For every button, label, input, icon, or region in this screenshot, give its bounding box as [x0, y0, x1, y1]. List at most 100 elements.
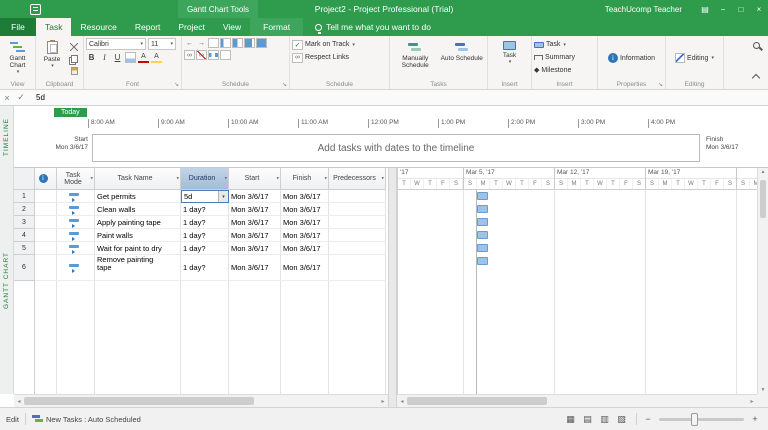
table-horizontal-scrollbar[interactable]: ◂ ▸ — [14, 394, 388, 407]
timeline-strip[interactable]: TIMELINE — [0, 106, 14, 168]
task-name-cell[interactable]: Get permits — [95, 190, 181, 203]
search-icon[interactable] — [753, 42, 760, 49]
highlight-color-button[interactable]: A — [151, 52, 162, 63]
column-header-finish[interactable]: Finish▾ — [281, 168, 329, 190]
auto-schedule-button[interactable]: Auto Schedule — [439, 38, 486, 78]
column-header-task-name[interactable]: Task Name▾ — [95, 168, 181, 190]
task-bar[interactable] — [477, 218, 488, 226]
row-number[interactable]: 3 — [14, 216, 35, 229]
predecessors-cell[interactable] — [329, 216, 386, 229]
manually-schedule-button[interactable]: Manually Schedule — [392, 38, 439, 78]
select-all-corner[interactable] — [14, 168, 35, 190]
format-painter-button[interactable] — [68, 65, 80, 76]
percent-0-button[interactable] — [208, 38, 219, 48]
paste-button[interactable]: Paste ▾ — [38, 38, 66, 78]
scroll-up-icon[interactable]: ▲ — [758, 169, 768, 175]
chart-scroll-thumb[interactable] — [407, 397, 547, 405]
predecessors-cell[interactable] — [329, 242, 386, 255]
indent-task-button[interactable]: → — [196, 38, 207, 48]
task-mode-cell[interactable] — [57, 255, 95, 281]
split-task-button[interactable] — [208, 50, 219, 60]
mark-on-track-button[interactable]: ✓ Mark on Track ▾ — [292, 38, 387, 51]
minimize-icon[interactable]: − — [714, 0, 732, 18]
tab-project[interactable]: Project — [169, 18, 213, 36]
tab-task[interactable]: Task — [36, 18, 71, 36]
accept-entry-icon[interactable]: ✓ — [14, 92, 28, 103]
predecessors-cell[interactable] — [329, 190, 386, 203]
info-cell[interactable] — [35, 229, 57, 242]
scroll-right-icon[interactable]: ▸ — [378, 398, 388, 405]
scroll-right-icon[interactable]: ▸ — [747, 398, 757, 405]
duration-cell[interactable]: 1 day? — [181, 203, 229, 216]
task-bar[interactable] — [477, 231, 488, 239]
finish-cell[interactable]: Mon 3/6/17 — [281, 216, 329, 229]
tab-view[interactable]: View — [214, 18, 250, 36]
tab-format[interactable]: Format — [250, 18, 303, 36]
finish-cell[interactable]: Mon 3/6/17 — [281, 190, 329, 203]
italic-button[interactable]: I — [99, 52, 110, 63]
percent-50-button[interactable] — [232, 38, 243, 48]
task-name-cell[interactable]: Clean walls — [95, 203, 181, 216]
inactivate-button[interactable] — [220, 50, 231, 60]
task-usage-view-shortcut-icon[interactable]: ▤ — [580, 412, 595, 427]
font-color-button[interactable]: A — [138, 52, 149, 63]
signed-in-user[interactable]: TeachUcomp Teacher — [605, 0, 682, 18]
team-planner-view-shortcut-icon[interactable]: ▥ — [597, 412, 612, 427]
scroll-down-icon[interactable]: ▼ — [758, 387, 768, 393]
column-header-start[interactable]: Start▾ — [229, 168, 281, 190]
gantt-chart-strip[interactable]: GANTT CHART — [0, 168, 14, 394]
gantt-chart-button[interactable]: Gantt Chart ▾ — [2, 38, 33, 78]
ribbon-display-options-icon[interactable]: ▤ — [696, 0, 714, 18]
info-column-header[interactable]: i — [35, 168, 57, 190]
finish-cell[interactable]: Mon 3/6/17 — [281, 242, 329, 255]
task-name-cell[interactable]: Paint walls — [95, 229, 181, 242]
duration-dropdown-button[interactable]: ▾ — [218, 191, 228, 202]
font-name-select[interactable]: Calibri▾ — [86, 38, 146, 50]
insert-task-small-button[interactable]: Task ▾ — [534, 38, 595, 51]
new-tasks-status[interactable]: New Tasks : Auto Scheduled — [46, 415, 141, 424]
unlink-tasks-button[interactable]: ∞ — [196, 50, 207, 60]
scroll-left-icon[interactable]: ◂ — [397, 398, 407, 405]
task-bar[interactable] — [477, 192, 488, 200]
duration-cell[interactable]: 1 day? — [181, 229, 229, 242]
task-mode-cell[interactable] — [57, 203, 95, 216]
percent-25-button[interactable] — [220, 38, 231, 48]
font-size-select[interactable]: 11▾ — [148, 38, 176, 50]
duration-cell[interactable]: 5d▾ — [181, 190, 229, 203]
pane-splitter[interactable] — [388, 168, 397, 407]
task-name-cell[interactable]: Remove painting tape — [95, 255, 181, 281]
start-cell[interactable]: Mon 3/6/17 — [229, 242, 281, 255]
start-cell[interactable]: Mon 3/6/17 — [229, 229, 281, 242]
start-cell[interactable]: Mon 3/6/17 — [229, 190, 281, 203]
outdent-task-button[interactable]: ← — [184, 38, 195, 48]
start-cell[interactable]: Mon 3/6/17 — [229, 216, 281, 229]
insert-summary-button[interactable]: Summary — [534, 51, 595, 64]
finish-cell[interactable]: Mon 3/6/17 — [281, 203, 329, 216]
cancel-entry-icon[interactable]: × — [0, 93, 14, 103]
background-color-button[interactable] — [125, 52, 136, 63]
task-name-cell[interactable]: Wait for paint to dry — [95, 242, 181, 255]
task-mode-cell[interactable] — [57, 229, 95, 242]
duration-cell[interactable]: 1 day? — [181, 216, 229, 229]
tell-me-box[interactable]: Tell me what you want to do — [315, 18, 431, 36]
cut-button[interactable] — [68, 41, 80, 52]
chart-horizontal-scrollbar[interactable]: ◂ ▸ — [397, 394, 757, 407]
finish-cell[interactable]: Mon 3/6/17 — [281, 229, 329, 242]
zoom-out-button[interactable]: − — [643, 414, 653, 424]
tab-resource[interactable]: Resource — [71, 18, 125, 36]
table-scroll-thumb[interactable] — [24, 397, 254, 405]
quick-access-toolbar-icon[interactable] — [30, 4, 41, 15]
tab-report[interactable]: Report — [126, 18, 170, 36]
insert-milestone-button[interactable]: ◆ Milestone — [534, 64, 595, 77]
predecessors-cell[interactable] — [329, 255, 386, 281]
zoom-slider-thumb[interactable] — [691, 413, 698, 426]
info-cell[interactable] — [35, 242, 57, 255]
row-number[interactable]: 5 — [14, 242, 35, 255]
task-name-cell[interactable]: Apply painting tape — [95, 216, 181, 229]
info-cell[interactable] — [35, 190, 57, 203]
tab-file[interactable]: File — [0, 18, 36, 36]
resource-sheet-view-shortcut-icon[interactable]: ▧ — [614, 412, 629, 427]
scroll-left-icon[interactable]: ◂ — [14, 398, 24, 405]
row-number[interactable]: 1 — [14, 190, 35, 203]
task-bar[interactable] — [477, 244, 488, 252]
